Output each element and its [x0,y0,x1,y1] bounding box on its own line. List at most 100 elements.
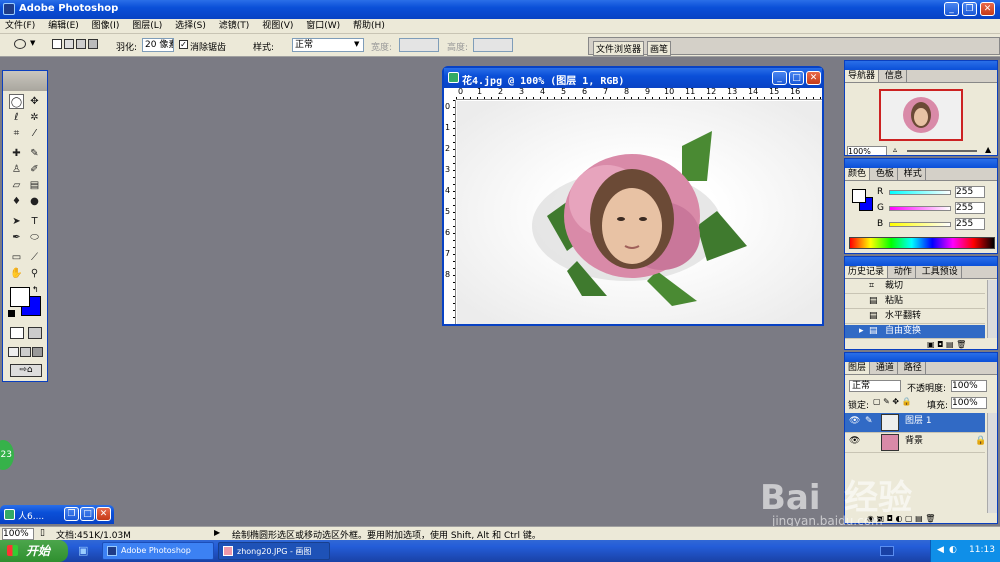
start-button[interactable]: 开始 [0,540,68,562]
eye-icon[interactable]: 👁 [849,413,860,430]
screen-mode-menu-icon[interactable] [20,347,31,357]
channel-b-slider[interactable] [889,222,951,227]
new-selection-icon[interactable] [52,39,62,49]
navigator-zoom-field[interactable]: 100% [847,146,887,155]
screen-mode-standard-icon[interactable] [8,347,19,357]
quick-launch-ie-icon[interactable]: ▣ [78,544,92,558]
menu-window[interactable]: 窗口(W) [301,19,345,33]
style-dropdown-icon[interactable]: ▼ [354,40,359,48]
brush-tool-icon[interactable]: ✎ [27,146,42,161]
channel-g-value[interactable]: 255 [955,202,985,214]
eraser-tool-icon[interactable]: ▱ [9,178,24,193]
minimized-document[interactable]: 人6.... ❐ □ ✕ [0,505,114,524]
tab-history[interactable]: 历史记录 [845,266,889,278]
opacity-input[interactable]: 100% [951,380,987,392]
foreground-color-swatch[interactable] [10,287,30,307]
menu-image[interactable]: 图像(I) [87,19,125,33]
history-item[interactable]: ▤ 水平翻转 [845,310,985,324]
channel-r-value[interactable]: 255 [955,186,985,198]
color-spectrum-bar[interactable] [849,237,995,249]
tab-layers[interactable]: 图层 [845,362,871,374]
document-canvas[interactable] [457,101,822,324]
side-badge[interactable]: 23 [0,440,14,470]
tab-styles[interactable]: 样式 [900,168,926,180]
menu-help[interactable]: 帮助(H) [348,19,390,33]
swap-colors-icon[interactable]: ↰ [32,285,39,294]
lasso-tool-icon[interactable]: ℓ [9,110,24,125]
history-scrollbar[interactable] [987,280,997,338]
min-maximize-button[interactable]: □ [80,507,95,521]
layers-scrollbar[interactable] [987,413,997,513]
healing-brush-tool-icon[interactable]: ✚ [9,146,24,161]
lock-icons[interactable]: ▢ ✎ ✥ 🔒 [873,397,912,406]
min-close-button[interactable]: ✕ [96,507,111,521]
zoom-out-icon[interactable]: ▵ [893,145,897,154]
gradient-tool-icon[interactable]: ▤ [27,178,42,193]
channel-r-slider[interactable] [889,190,951,195]
jump-to-imageready-icon[interactable]: ⇨⌂ [10,364,42,377]
default-colors-icon[interactable] [8,310,15,317]
close-button[interactable]: ✕ [980,2,995,16]
min-restore-button[interactable]: ❐ [64,507,79,521]
pen-tool-icon[interactable]: ✒ [9,230,24,245]
tab-color[interactable]: 颜色 [845,168,871,180]
zoom-tool-icon[interactable]: ⚲ [27,266,42,281]
history-item[interactable]: ▤ 粘贴 [845,295,985,309]
add-selection-icon[interactable] [64,39,74,49]
brush-link-icon[interactable]: ✎ [865,413,873,430]
menu-view[interactable]: 视图(V) [257,19,298,33]
tab-paths[interactable]: 路径 [900,362,926,374]
notes-tool-icon[interactable]: ▭ [9,250,24,265]
menu-layer[interactable]: 图层(L) [127,19,167,33]
magic-wand-tool-icon[interactable]: ✲ [27,110,42,125]
menu-filter[interactable]: 滤镜(T) [214,19,255,33]
type-tool-icon[interactable]: T [27,214,42,229]
slice-tool-icon[interactable]: ⁄ [27,126,42,141]
menu-file[interactable]: 文件(F) [0,19,40,33]
shape-tool-icon[interactable]: ⬭ [27,230,42,245]
status-arrow-icon[interactable]: ▶ [214,528,220,537]
crop-tool-icon[interactable]: ⌗ [9,126,24,141]
tab-tool-presets[interactable]: 工具预设 [918,266,962,278]
menu-select[interactable]: 选择(S) [170,19,211,33]
elliptical-marquee-icon[interactable] [14,39,26,49]
layer-row[interactable]: 👁 背景 🔒 [845,433,986,453]
doc-minimize-button[interactable]: _ [772,71,787,85]
navigator-thumbnail[interactable] [879,89,963,141]
tab-brushes[interactable]: 画笔 [647,41,672,56]
minimize-button[interactable]: _ [944,2,959,16]
volume-icon[interactable]: ◐ [949,545,957,555]
history-footer-icons[interactable]: ▣ ◘ ▤ 🗑 [927,340,966,349]
tab-swatches[interactable]: 色板 [872,168,898,180]
taskbar-item-paint[interactable]: zhong20.JPG - 画图 [218,542,330,560]
feather-input[interactable]: 20 像素 [142,38,174,52]
taskbar-expand-icon[interactable] [880,546,894,556]
history-item[interactable]: ⌗ 裁切 [845,280,985,294]
blend-mode-select[interactable]: 正常 [849,380,901,392]
eye-icon[interactable]: 👁 [849,433,860,450]
tab-file-browser[interactable]: 文件浏览器 [593,41,645,56]
taskbar-item-photoshop[interactable]: Adobe Photoshop [102,542,214,560]
screen-mode-full-icon[interactable] [32,347,43,357]
quick-mask-mode-icon[interactable] [28,327,42,339]
blur-tool-icon[interactable]: ♦ [9,194,24,209]
channel-b-value[interactable]: 255 [955,218,985,230]
zoom-slider[interactable] [907,150,977,152]
zoom-in-icon[interactable]: ▲ [985,145,991,154]
network-icon[interactable]: ◀ [937,545,944,555]
tab-navigator[interactable]: 导航器 [845,70,880,82]
intersect-selection-icon[interactable] [88,39,98,49]
dodge-tool-icon[interactable]: ● [27,194,42,209]
tool-preset-arrow-icon[interactable]: ▼ [30,39,35,47]
restore-button[interactable]: ❐ [962,2,977,16]
history-brush-tool-icon[interactable]: ✐ [27,162,42,177]
tab-actions[interactable]: 动作 [890,266,916,278]
color-fg-swatch[interactable] [852,189,866,203]
standard-mode-icon[interactable] [10,327,24,339]
doc-close-button[interactable]: ✕ [806,71,821,85]
layer-row-selected[interactable]: 👁 ✎ 图层 1 [845,413,985,433]
history-item-selected[interactable]: ▸ ▤ 自由变换 [845,325,985,339]
elliptical-marquee-tool-icon[interactable]: ◯ [9,94,24,109]
antialias-checkbox[interactable]: ✓ [179,40,188,49]
path-selection-tool-icon[interactable]: ➤ [9,214,24,229]
